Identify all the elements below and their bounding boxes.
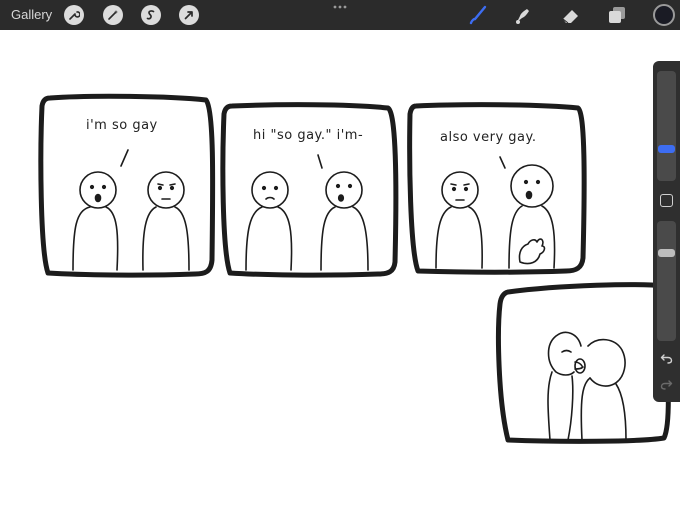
opacity-slider[interactable] bbox=[657, 221, 676, 341]
comic-artwork bbox=[38, 93, 671, 444]
color-picker-button[interactable] bbox=[653, 4, 675, 26]
speech-tail-1 bbox=[120, 149, 129, 167]
speech-text-panel-3: also very gay. bbox=[440, 130, 537, 145]
character-right-panel-1 bbox=[142, 171, 190, 271]
brush-size-slider[interactable] bbox=[657, 71, 676, 181]
transform-arrow-icon bbox=[184, 11, 193, 20]
more-dots-icon[interactable] bbox=[332, 4, 348, 10]
brush-icon[interactable] bbox=[467, 4, 489, 26]
speech-tail-3 bbox=[499, 156, 506, 169]
wrench-icon bbox=[69, 11, 80, 20]
opacity-thumb[interactable] bbox=[658, 249, 675, 257]
kissing-characters-panel-4 bbox=[547, 331, 627, 441]
smudge-icon[interactable] bbox=[512, 4, 534, 26]
top-toolbar: Gallery bbox=[0, 0, 680, 30]
character-left-panel-1 bbox=[72, 171, 119, 271]
actions-wrench-button[interactable] bbox=[64, 5, 84, 25]
magic-wand-icon bbox=[108, 10, 118, 20]
eraser-icon[interactable] bbox=[560, 4, 582, 26]
side-slider-panel bbox=[653, 61, 680, 402]
transform-button[interactable] bbox=[179, 5, 199, 25]
modify-square-icon[interactable] bbox=[660, 194, 673, 207]
selection-button[interactable] bbox=[141, 5, 161, 25]
character-left-panel-3 bbox=[435, 171, 483, 269]
character-left-panel-2 bbox=[245, 171, 293, 271]
selection-icon bbox=[146, 10, 155, 20]
undo-icon[interactable] bbox=[660, 352, 673, 365]
speech-tail-2 bbox=[317, 154, 323, 169]
brush-size-thumb[interactable] bbox=[658, 145, 675, 153]
character-right-panel-2 bbox=[320, 171, 369, 271]
drawing-canvas[interactable]: i'm so gay hi "so gay." i'm- also very g… bbox=[0, 30, 680, 524]
speech-text-panel-2: hi "so gay." i'm- bbox=[253, 128, 364, 143]
redo-icon[interactable] bbox=[660, 378, 673, 391]
gallery-button[interactable]: Gallery bbox=[11, 7, 52, 22]
layers-icon[interactable] bbox=[606, 4, 628, 26]
adjustments-button[interactable] bbox=[103, 5, 123, 25]
character-right-panel-3 bbox=[508, 164, 556, 269]
speech-text-panel-1: i'm so gay bbox=[86, 118, 158, 133]
